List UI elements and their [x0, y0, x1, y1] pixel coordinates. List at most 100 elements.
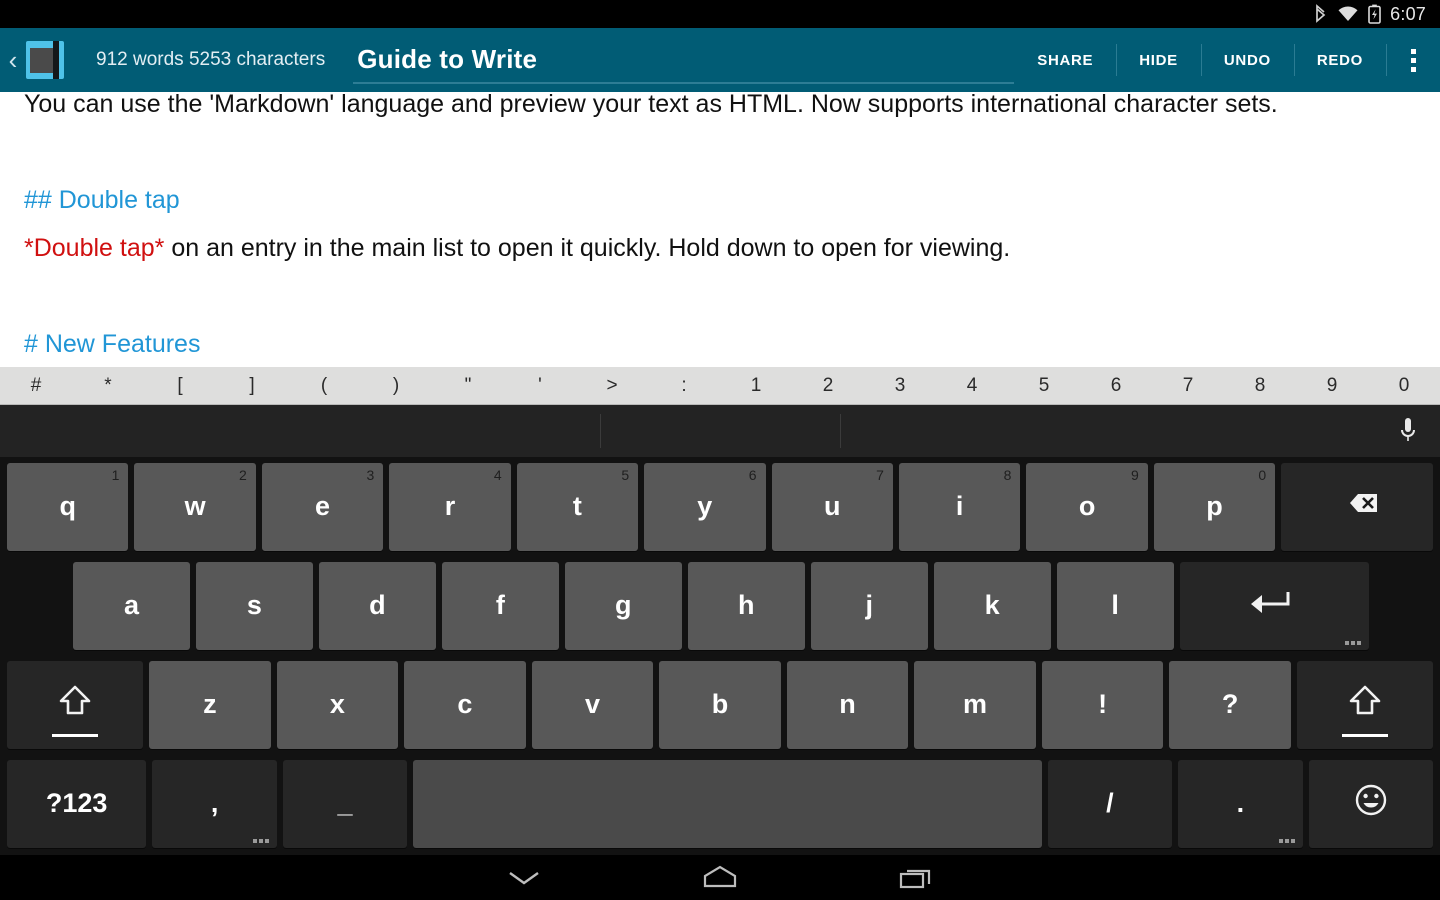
key-alt-label: 3 [366, 466, 375, 483]
soft-keyboard: q1w2e3r4t5y6u7i8o9p0 asdfghjkl z x c v b n m!?… [0, 405, 1440, 855]
key-shift-left[interactable] [7, 660, 144, 749]
key-p[interactable]: p0 [1153, 462, 1276, 551]
symbol-key[interactable]: * [72, 375, 144, 397]
suggestion-bar[interactable] [0, 405, 1440, 457]
symbol-key[interactable]: 6 [1080, 375, 1152, 397]
key-space[interactable] [413, 759, 1042, 848]
key-v[interactable]: v [531, 660, 654, 749]
symbol-key[interactable]: 8 [1224, 375, 1296, 397]
key-alt-label: 8 [1003, 466, 1012, 483]
key-k[interactable]: k [933, 561, 1051, 650]
share-button[interactable]: SHARE [1014, 40, 1116, 80]
hide-button[interactable]: HIDE [1116, 40, 1201, 80]
battery-charging-icon [1368, 4, 1381, 24]
symbol-key[interactable]: # [0, 375, 72, 397]
symbol-key[interactable]: 9 [1296, 375, 1368, 397]
key-o[interactable]: o9 [1026, 462, 1148, 551]
key-label: b [711, 689, 729, 719]
key-alt-label: 1 [111, 466, 120, 483]
redo-button[interactable]: REDO [1293, 40, 1386, 80]
page-title: Guide to Write [357, 44, 538, 74]
symbol-key[interactable]: 3 [864, 375, 936, 397]
symbol-key[interactable]: > [576, 375, 648, 397]
back-chevron-icon[interactable]: ‹ [0, 28, 22, 92]
action-bar: ‹ 912 words 5253 characters Guide to Wri… [0, 28, 1440, 92]
key-alt-label: 4 [493, 466, 502, 483]
key-alt-label: 0 [1258, 466, 1267, 483]
hide-keyboard-button[interactable] [476, 855, 572, 900]
key-label: e [315, 491, 331, 521]
title-underline [353, 82, 1015, 84]
key-alt-label: 9 [1131, 466, 1139, 483]
symbol-key[interactable]: ' [504, 375, 576, 397]
symbol-key[interactable]: ) [360, 375, 432, 397]
key-label: i [955, 491, 964, 521]
key-z[interactable]: z [149, 660, 271, 749]
key-![interactable]: ! [1041, 660, 1164, 749]
key-f[interactable]: f [441, 561, 559, 650]
key-label: k [984, 590, 1000, 620]
key-enter[interactable] [1179, 561, 1370, 650]
key-label: m [963, 689, 988, 719]
word-count-label: 912 words 5253 characters [96, 49, 326, 70]
key-n[interactable]: n [786, 660, 909, 749]
key-j[interactable]: j [810, 561, 928, 650]
key-period[interactable]: . [1178, 759, 1303, 848]
key-slash[interactable]: / [1047, 759, 1173, 848]
undo-button[interactable]: UNDO [1200, 40, 1294, 80]
key-alt-label: 6 [748, 466, 757, 483]
backspace-icon [1334, 488, 1380, 525]
symbol-key[interactable]: 1 [720, 375, 792, 397]
key-l[interactable]: l [1056, 561, 1174, 650]
key-shift-right[interactable] [1296, 660, 1433, 749]
key-a[interactable]: a [73, 561, 190, 650]
key-label: h [737, 590, 755, 620]
symbol-key[interactable]: : [648, 375, 720, 397]
key-w[interactable]: w2 [134, 462, 256, 551]
overflow-menu-icon[interactable] [1386, 40, 1440, 80]
key-c[interactable]: c [404, 660, 526, 749]
key-label: , [210, 788, 219, 818]
key-h[interactable]: h [687, 561, 805, 650]
key-q[interactable]: q1 [7, 462, 129, 551]
key-underscore[interactable]: _ [282, 759, 408, 848]
key-label: t [572, 491, 582, 521]
key-x[interactable]: x [276, 660, 399, 749]
key-emoji[interactable] [1308, 759, 1433, 848]
key-label: s [246, 590, 262, 620]
key-backspace[interactable] [1281, 462, 1433, 551]
key-e[interactable]: e3 [261, 462, 384, 551]
symbol-key[interactable]: 4 [936, 375, 1008, 397]
symbol-key[interactable]: ] [216, 375, 288, 397]
symbol-key[interactable]: ( [288, 375, 360, 397]
title-field[interactable]: Guide to Write [353, 28, 1015, 92]
key-comma[interactable]: , [152, 759, 277, 848]
key-label: w [184, 491, 206, 521]
key-b[interactable]: b [659, 660, 781, 749]
recents-button[interactable] [868, 855, 964, 900]
key-g[interactable]: g [564, 561, 682, 650]
doc-line: *Double tap* on an entry in the main lis… [24, 224, 1416, 272]
key-?[interactable]: ? [1169, 660, 1291, 749]
editor-text-area[interactable]: You can use the 'Markdown' language and … [0, 92, 1440, 367]
home-button[interactable] [672, 855, 768, 900]
symbol-key[interactable]: " [432, 375, 504, 397]
key-s[interactable]: s [195, 561, 313, 650]
key-t[interactable]: t5 [516, 462, 639, 551]
suggestion-divider [840, 414, 841, 448]
symbol-key[interactable]: 0 [1368, 375, 1440, 397]
key-u[interactable]: u7 [771, 462, 893, 551]
symbol-key[interactable]: 5 [1008, 375, 1080, 397]
symbol-key[interactable]: 7 [1152, 375, 1224, 397]
key-y[interactable]: y6 [644, 462, 766, 551]
key-r[interactable]: r4 [389, 462, 511, 551]
notebook-icon[interactable] [24, 39, 66, 81]
key-i[interactable]: i8 [898, 462, 1021, 551]
key-alt-label: 5 [621, 466, 630, 483]
key-symbols[interactable]: ?123 [7, 759, 147, 848]
symbol-key[interactable]: 2 [792, 375, 864, 397]
key-m[interactable]: m [914, 660, 1036, 749]
key-d[interactable]: d [318, 561, 436, 650]
symbol-key[interactable]: [ [144, 375, 216, 397]
microphone-icon[interactable] [1396, 416, 1420, 446]
